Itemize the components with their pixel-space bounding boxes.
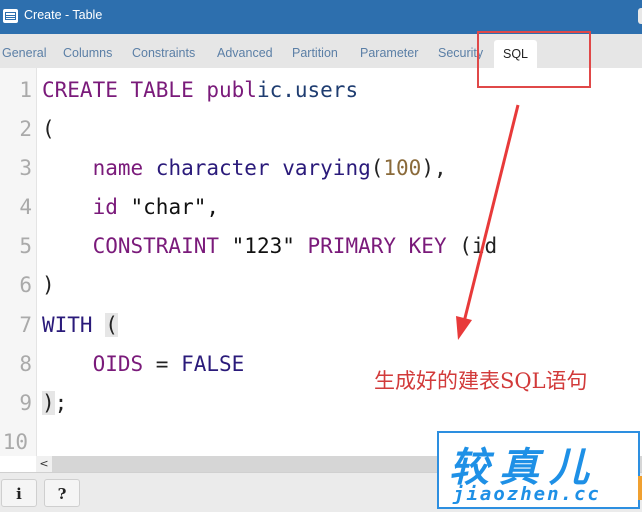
watermark-logo: 较真儿 jiaozhen.cc xyxy=(437,431,640,509)
annotation-label: 生成好的建表SQL语句 xyxy=(374,369,588,393)
watermark-domain: jiaozhen.cc xyxy=(453,483,601,505)
side-tab xyxy=(638,476,642,500)
arrow-shaft xyxy=(462,104,520,323)
arrow-head xyxy=(456,316,472,340)
